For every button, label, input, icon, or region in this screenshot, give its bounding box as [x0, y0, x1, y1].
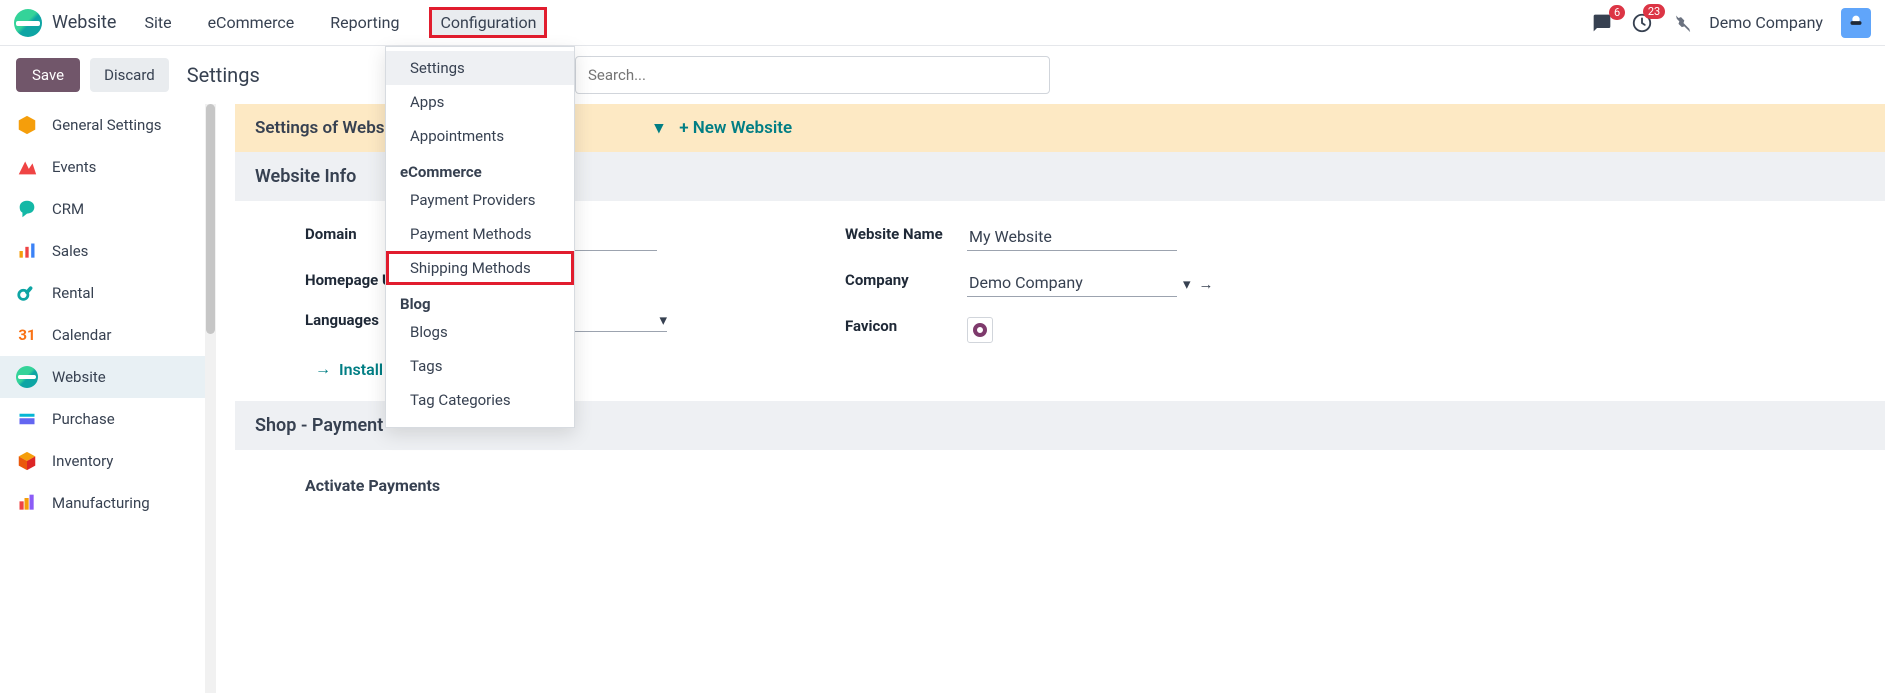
messages-badge: 6 — [1609, 5, 1625, 20]
website-dropdown-caret[interactable]: ▾ — [655, 118, 664, 138]
discard-button[interactable]: Discard — [90, 58, 169, 92]
activities-button[interactable]: 23 — [1631, 12, 1653, 34]
sidebar-item-label: General Settings — [52, 116, 162, 134]
search-input[interactable] — [575, 56, 1050, 94]
dropdown-item-payment-methods[interactable]: Payment Methods — [386, 217, 574, 251]
sidebar-item-label: Manufacturing — [52, 494, 150, 512]
arrow-right-icon: → — [315, 359, 331, 379]
events-icon — [16, 156, 38, 178]
sidebar-item-events[interactable]: Events — [0, 146, 205, 188]
purchase-icon — [16, 408, 38, 430]
new-website-button[interactable]: + New Website — [679, 118, 792, 138]
company-dropdown-caret[interactable]: ▾ — [1183, 275, 1191, 293]
action-bar: Save Discard Settings — [0, 46, 1885, 104]
tools-button[interactable] — [1671, 13, 1691, 33]
sidebar-item-label: Events — [52, 158, 96, 176]
banner-label: Settings of Websit — [255, 118, 395, 138]
sidebar-scrollbar[interactable] — [205, 104, 216, 693]
sidebar-item-sales[interactable]: Sales — [0, 230, 205, 272]
dropdown-item-shipping-methods[interactable]: Shipping Methods — [386, 251, 574, 285]
sidebar-item-label: Purchase — [52, 410, 115, 428]
sidebar-item-website[interactable]: Website — [0, 356, 205, 398]
favicon-icon — [973, 323, 987, 337]
favicon-preview[interactable] — [967, 317, 993, 343]
website-icon — [16, 366, 38, 388]
sidebar-item-label: Website — [52, 368, 106, 386]
sidebar-item-rental[interactable]: Rental — [0, 272, 205, 314]
nav-site[interactable]: Site — [138, 9, 177, 36]
dropdown-item-payment-providers[interactable]: Payment Providers — [386, 183, 574, 217]
sidebar-item-general-settings[interactable]: General Settings — [0, 104, 205, 146]
app-logo-icon[interactable] — [14, 9, 42, 37]
sidebar-item-purchase[interactable]: Purchase — [0, 398, 205, 440]
dropdown-item-apps[interactable]: Apps — [386, 85, 574, 119]
dropdown-item-blogs[interactable]: Blogs — [386, 315, 574, 349]
label-website-name: Website Name — [845, 225, 945, 245]
dropdown-item-settings[interactable]: Settings — [386, 51, 574, 85]
sidebar-item-crm[interactable]: CRM — [0, 188, 205, 230]
sidebar-item-label: Rental — [52, 284, 94, 302]
sidebar-item-label: Calendar — [52, 326, 112, 344]
nav-reporting[interactable]: Reporting — [324, 9, 405, 36]
company-selector[interactable]: Demo Company — [1709, 13, 1823, 32]
dropdown-header-blog: Blog — [386, 285, 574, 315]
nav-ecommerce[interactable]: eCommerce — [202, 9, 301, 36]
label-company: Company — [845, 271, 945, 289]
rental-icon — [16, 282, 38, 304]
input-company[interactable]: Demo Company — [967, 271, 1177, 297]
avatar-icon — [1845, 12, 1867, 34]
dropdown-item-tags[interactable]: Tags — [386, 349, 574, 383]
messages-button[interactable]: 6 — [1591, 13, 1613, 33]
calendar-icon: 31 — [16, 324, 38, 346]
configuration-dropdown: Settings Apps Appointments eCommerce Pay… — [385, 46, 575, 428]
languages-dropdown[interactable]: ▾ — [659, 311, 667, 329]
dropdown-header-ecommerce: eCommerce — [386, 153, 574, 183]
activities-badge: 23 — [1643, 4, 1665, 19]
sidebar-item-label: Inventory — [52, 452, 113, 470]
label-favicon: Favicon — [845, 317, 945, 335]
top-navbar: Website Site eCommerce Reporting Configu… — [0, 0, 1885, 46]
crm-icon — [16, 198, 38, 220]
dropdown-item-tag-categories[interactable]: Tag Categories — [386, 383, 574, 417]
wrench-icon — [1671, 13, 1691, 33]
sidebar-item-manufacturing[interactable]: Manufacturing — [0, 482, 205, 524]
activate-payments-heading: Activate Payments — [305, 476, 1815, 495]
sidebar-item-label: CRM — [52, 200, 84, 218]
inventory-icon — [16, 450, 38, 472]
app-title[interactable]: Website — [52, 12, 116, 33]
sidebar-item-inventory[interactable]: Inventory — [0, 440, 205, 482]
page-title: Settings — [187, 63, 260, 87]
dropdown-item-appointments[interactable]: Appointments — [386, 119, 574, 153]
user-avatar[interactable] — [1841, 8, 1871, 38]
nav-configuration[interactable]: Configuration — [429, 7, 547, 38]
settings-sidebar: General Settings Events CRM Sales Rental… — [0, 104, 205, 693]
sidebar-item-calendar[interactable]: 31 Calendar — [0, 314, 205, 356]
sidebar-item-label: Sales — [52, 242, 88, 260]
input-website-name[interactable] — [967, 225, 1177, 251]
gear-hex-icon — [16, 114, 38, 136]
sales-icon — [16, 240, 38, 262]
manufacturing-icon — [16, 492, 38, 514]
company-external-link[interactable]: → — [1199, 275, 1214, 293]
save-button[interactable]: Save — [16, 58, 80, 92]
